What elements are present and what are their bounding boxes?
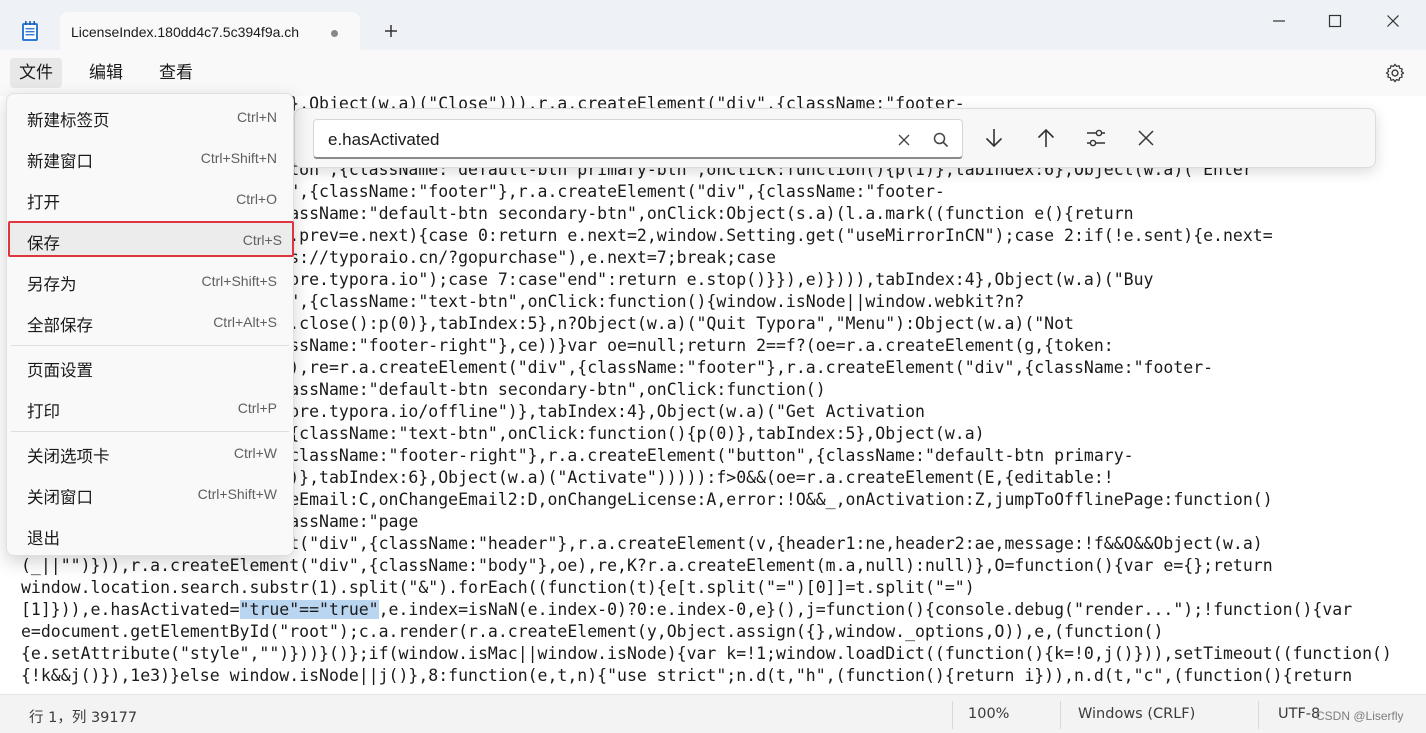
find-next-down-arrow-icon[interactable] bbox=[983, 127, 1005, 149]
find-input[interactable]: e.hasActivated bbox=[313, 119, 963, 159]
menu-separator bbox=[11, 345, 289, 346]
menu-item-exit[interactable]: 退出 bbox=[11, 517, 289, 553]
menu-item-shortcut: Ctrl+O bbox=[236, 191, 277, 207]
line-ending: Windows (CRLF) bbox=[1078, 706, 1196, 722]
menu-item-open[interactable]: 打开 Ctrl+O bbox=[11, 181, 289, 217]
close-icon bbox=[1387, 15, 1399, 27]
settings-gear-icon[interactable] bbox=[1384, 62, 1406, 84]
menu-item-save-as[interactable]: 另存为 Ctrl+Shift+S bbox=[11, 263, 289, 299]
status-separator bbox=[1060, 701, 1061, 729]
menu-item-label: 关闭窗口 bbox=[27, 488, 93, 507]
maximize-button[interactable] bbox=[1312, 8, 1358, 34]
menu-bar: 文件 编辑 查看 bbox=[0, 50, 1426, 96]
minimize-icon bbox=[1273, 20, 1285, 22]
file-menu-dropdown: 新建标签页 Ctrl+N 新建窗口 Ctrl+Shift+N 打开 Ctrl+O… bbox=[6, 93, 294, 556]
clear-search-icon[interactable] bbox=[897, 133, 911, 147]
menu-item-shortcut: Ctrl+P bbox=[237, 400, 277, 416]
code-line: {!k&&j()}),1e3)}else window.isNode||j()}… bbox=[21, 666, 1353, 685]
menu-item-shortcut: Ctrl+W bbox=[233, 445, 277, 461]
search-match-highlight: "true"=="true" bbox=[239, 600, 379, 619]
code-line: [1]})),e.hasActivated="true"=="true",e.i… bbox=[21, 600, 1353, 619]
menu-item-label: 新建窗口 bbox=[27, 152, 93, 171]
find-bar: e.hasActivated bbox=[294, 108, 1376, 168]
menu-item-label: 退出 bbox=[27, 529, 60, 548]
menu-item-label: 保存 bbox=[27, 234, 60, 253]
menu-item-label: 页面设置 bbox=[27, 361, 93, 380]
menu-item-page-setup[interactable]: 页面设置 bbox=[11, 349, 289, 385]
menu-item-print[interactable]: 打印 Ctrl+P bbox=[11, 390, 289, 426]
search-icon[interactable] bbox=[932, 131, 950, 149]
new-tab-button[interactable] bbox=[380, 20, 402, 42]
menu-item-new-window[interactable]: 新建窗口 Ctrl+Shift+N bbox=[11, 140, 289, 176]
maximize-icon bbox=[1328, 14, 1342, 28]
find-query: e.hasActivated bbox=[328, 130, 440, 149]
code-line: e=document.getElementById("root");c.a.re… bbox=[21, 622, 1164, 641]
menu-item-shortcut: Ctrl+Alt+S bbox=[213, 314, 277, 330]
menu-item-shortcut: Ctrl+S bbox=[242, 232, 282, 248]
menu-item-save[interactable]: 保存 Ctrl+S bbox=[8, 221, 294, 257]
menu-item-shortcut: Ctrl+Shift+W bbox=[197, 486, 277, 502]
zoom-level: 100% bbox=[968, 706, 1010, 722]
status-separator bbox=[1258, 701, 1259, 729]
menu-item-shortcut: Ctrl+Shift+N bbox=[200, 150, 277, 166]
close-window-button[interactable] bbox=[1370, 8, 1416, 34]
plus-icon bbox=[385, 25, 397, 37]
menu-item-label: 打印 bbox=[27, 402, 60, 421]
cursor-position: 行 1，列 39177 bbox=[29, 710, 138, 726]
code-line: (_||"")})),r.a.createElement("div",{clas… bbox=[21, 556, 1273, 575]
code-line: window.location.search.substr(1).split("… bbox=[21, 578, 975, 597]
menu-item-label: 打开 bbox=[27, 193, 60, 212]
menu-item-label: 关闭选项卡 bbox=[27, 447, 110, 466]
unsaved-dot-icon[interactable] bbox=[331, 30, 338, 37]
status-bar: 行 1，列 39177 100% Windows (CRLF) UTF-8 CS… bbox=[0, 694, 1426, 733]
menu-item-close-tab[interactable]: 关闭选项卡 Ctrl+W bbox=[11, 435, 289, 471]
menu-item-shortcut: Ctrl+Shift+S bbox=[201, 273, 277, 289]
menu-item-close-window[interactable]: 关闭窗口 Ctrl+Shift+W bbox=[11, 476, 289, 512]
menu-view[interactable]: 查看 bbox=[150, 58, 202, 88]
encoding: UTF-8 bbox=[1278, 706, 1321, 722]
watermark-text: CSDN @Liserfly bbox=[1316, 709, 1404, 723]
menu-file[interactable]: 文件 bbox=[10, 58, 62, 88]
status-separator bbox=[952, 701, 953, 729]
close-find-icon[interactable] bbox=[1137, 129, 1155, 147]
code-line: {e.setAttribute("style","")}))}()};if(wi… bbox=[21, 644, 1392, 663]
menu-item-label: 另存为 bbox=[27, 275, 77, 294]
menu-item-new-tab[interactable]: 新建标签页 Ctrl+N bbox=[11, 99, 289, 135]
tab-title: LicenseIndex.180dd4c7.5c394f9a.ch bbox=[71, 24, 300, 40]
menu-item-label: 全部保存 bbox=[27, 316, 93, 335]
menu-item-label: 新建标签页 bbox=[27, 111, 110, 130]
document-tab[interactable]: LicenseIndex.180dd4c7.5c394f9a.ch bbox=[60, 12, 360, 50]
menu-separator bbox=[11, 431, 289, 432]
minimize-button[interactable] bbox=[1256, 8, 1302, 34]
find-options-sliders-icon[interactable] bbox=[1085, 127, 1107, 149]
menu-item-save-all[interactable]: 全部保存 Ctrl+Alt+S bbox=[11, 304, 289, 340]
title-bar: LicenseIndex.180dd4c7.5c394f9a.ch bbox=[0, 0, 1426, 50]
menu-edit[interactable]: 编辑 bbox=[80, 58, 132, 88]
notepad-app-icon bbox=[20, 20, 40, 42]
menu-item-shortcut: Ctrl+N bbox=[236, 109, 277, 125]
find-previous-up-arrow-icon[interactable] bbox=[1035, 127, 1057, 149]
